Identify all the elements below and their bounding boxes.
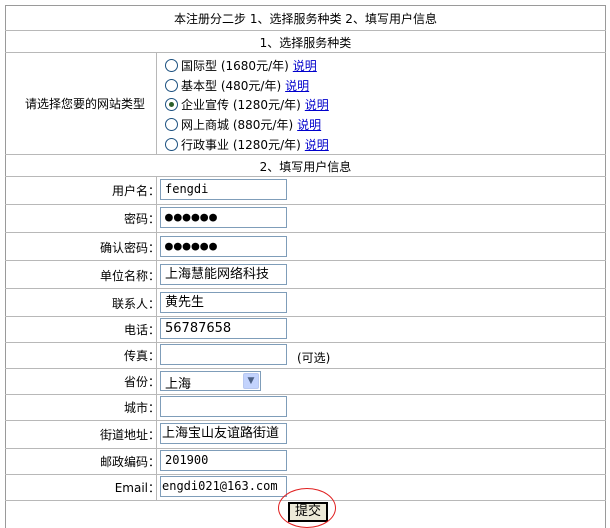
password-input[interactable]: ●●●●●● bbox=[160, 207, 287, 228]
confirm-password-label: 确认密码： bbox=[99, 241, 160, 255]
province-label: 省份： bbox=[123, 375, 160, 389]
option-label: 国际型 bbox=[181, 59, 218, 73]
section1-header-row: 1、选择服务种类 bbox=[5, 30, 606, 52]
form-row bbox=[5, 316, 606, 342]
section2-header-row: 2、填写用户信息 bbox=[5, 154, 606, 176]
radio-icon[interactable] bbox=[165, 79, 178, 92]
form-row bbox=[5, 368, 606, 394]
form-row bbox=[5, 420, 606, 448]
option-price: (1680元/年) bbox=[220, 59, 289, 73]
site-type-option-international[interactable]: 国际型 (1680元/年) 说明 bbox=[165, 57, 317, 74]
option-label: 网上商城 bbox=[181, 118, 230, 132]
email-label: Email： bbox=[114, 481, 160, 495]
phone-label: 电话： bbox=[123, 323, 160, 337]
option-price: (480元/年) bbox=[220, 79, 282, 93]
form-row bbox=[5, 288, 606, 316]
zipcode-label: 邮政编码： bbox=[99, 455, 160, 469]
radio-icon[interactable] bbox=[165, 59, 178, 72]
form-row bbox=[5, 204, 606, 232]
form-row bbox=[5, 394, 606, 420]
chevron-down-icon[interactable]: ▼ bbox=[243, 373, 259, 389]
street-input[interactable]: 上海宝山友谊路街道 bbox=[160, 423, 287, 444]
fax-input[interactable] bbox=[160, 344, 287, 365]
radio-icon[interactable] bbox=[165, 118, 178, 131]
option-info-link[interactable]: 说明 bbox=[293, 59, 317, 73]
company-input[interactable]: 上海慧能网络科技 bbox=[160, 264, 287, 285]
option-price: (1280元/年) bbox=[232, 138, 301, 152]
section1-title: 1、选择服务种类 bbox=[259, 36, 352, 50]
section1-divider bbox=[156, 52, 157, 154]
fax-label: 传真： bbox=[123, 349, 160, 363]
option-label: 企业宣传 bbox=[181, 98, 230, 112]
option-info-link[interactable]: 说明 bbox=[305, 98, 329, 112]
zipcode-input[interactable]: 201900 bbox=[160, 450, 287, 471]
form-row bbox=[5, 260, 606, 288]
option-info-link[interactable]: 说明 bbox=[305, 138, 329, 152]
site-type-option-online-store[interactable]: 网上商城 (880元/年) 说明 bbox=[165, 116, 321, 133]
annotation-circle bbox=[278, 488, 336, 528]
city-label: 城市： bbox=[123, 401, 160, 415]
form-row bbox=[5, 176, 606, 204]
street-label: 街道地址： bbox=[99, 428, 160, 442]
site-type-prompt: 请选择您要的网站类型 bbox=[25, 97, 146, 111]
confirm-password-input[interactable]: ●●●●●● bbox=[160, 236, 287, 257]
company-label: 单位名称： bbox=[99, 269, 160, 283]
radio-icon[interactable] bbox=[165, 138, 178, 151]
contact-input[interactable]: 黄先生 bbox=[160, 292, 287, 313]
radio-selected-icon[interactable] bbox=[165, 98, 178, 111]
site-type-option-enterprise[interactable]: 企业宣传 (1280元/年) 说明 bbox=[165, 96, 329, 113]
form-row bbox=[5, 448, 606, 474]
option-price: (880元/年) bbox=[232, 118, 294, 132]
password-label: 密码： bbox=[123, 212, 160, 226]
site-type-option-government[interactable]: 行政事业 (1280元/年) 说明 bbox=[165, 136, 329, 153]
province-selected-value: 上海 bbox=[165, 377, 192, 392]
option-price: (1280元/年) bbox=[232, 98, 301, 112]
form-row bbox=[5, 232, 606, 260]
email-input[interactable]: engdi021@163.com bbox=[160, 476, 287, 497]
section2-title: 2、填写用户信息 bbox=[259, 160, 352, 174]
option-label: 行政事业 bbox=[181, 138, 230, 152]
phone-input[interactable]: 56787658 bbox=[160, 318, 287, 339]
form-header-title: 本注册分二步 1、选择服务种类 2、填写用户信息 bbox=[174, 12, 437, 26]
contact-label: 联系人： bbox=[111, 297, 160, 311]
username-input[interactable]: fengdi bbox=[160, 179, 287, 200]
option-info-link[interactable]: 说明 bbox=[297, 118, 321, 132]
option-label: 基本型 bbox=[181, 79, 218, 93]
city-input[interactable] bbox=[160, 396, 287, 417]
site-type-option-basic[interactable]: 基本型 (480元/年) 说明 bbox=[165, 77, 309, 94]
form-header-row: 本注册分二步 1、选择服务种类 2、填写用户信息 bbox=[5, 5, 606, 30]
username-label: 用户名： bbox=[111, 184, 160, 198]
fax-optional-note: (可选) bbox=[297, 351, 331, 365]
option-info-link[interactable]: 说明 bbox=[285, 79, 309, 93]
province-select[interactable]: 上海 ▼ bbox=[160, 371, 261, 392]
